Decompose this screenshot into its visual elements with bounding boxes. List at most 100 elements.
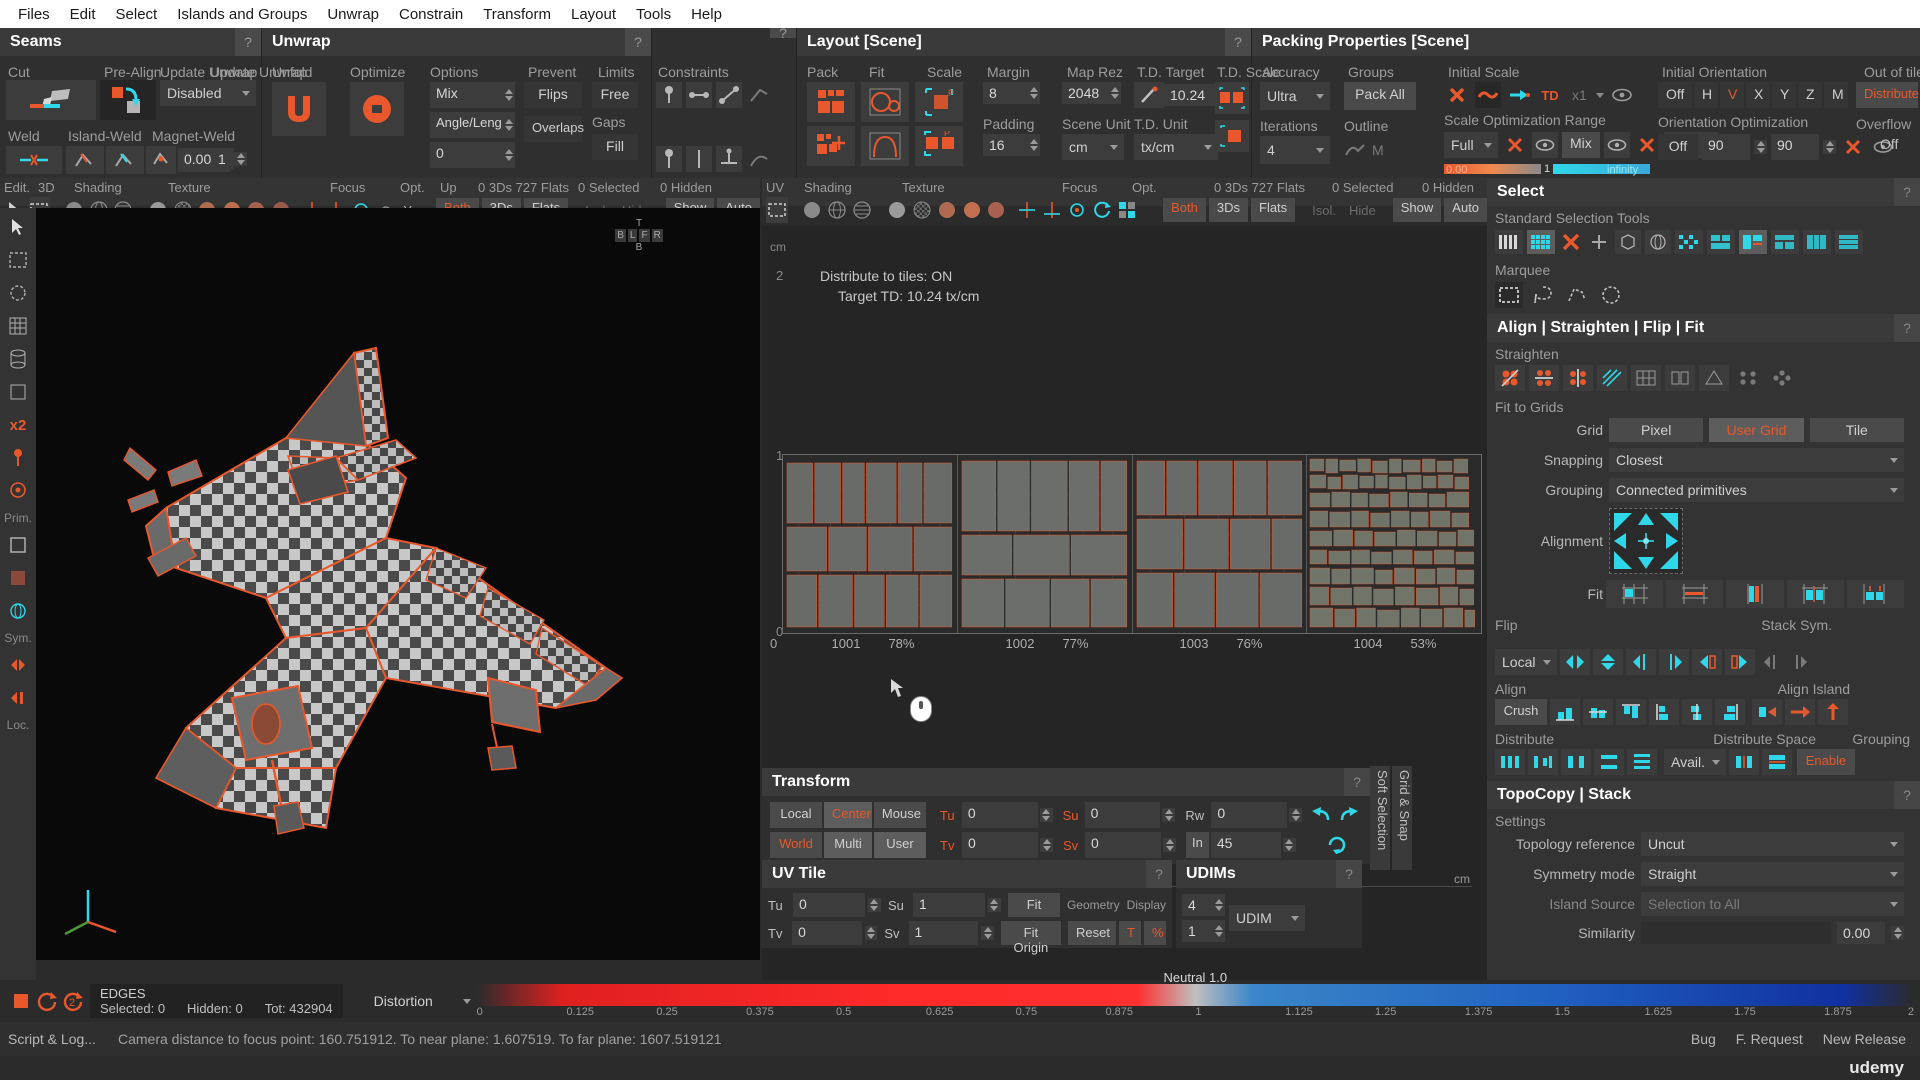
orient-m-button[interactable]: M — [1824, 82, 1848, 108]
vpuv-focus-icon-3[interactable] — [1066, 197, 1088, 223]
distribute-icon-5[interactable] — [1627, 749, 1657, 775]
orient-opt-a-value[interactable]: 90 — [1702, 134, 1750, 160]
constraints-help-icon[interactable]: ? — [770, 25, 796, 41]
script-log-label[interactable]: Script & Log... — [0, 1031, 118, 1047]
menu-item-transform[interactable]: Transform — [473, 3, 561, 26]
similarity-value[interactable]: 0.00 — [1837, 922, 1885, 944]
transform-su-spinner[interactable] — [1162, 808, 1176, 822]
layout-help-icon[interactable]: ? — [1225, 28, 1251, 56]
tool-select-arrow-icon[interactable] — [5, 214, 31, 240]
transform-undo-icon[interactable] — [1308, 802, 1334, 828]
uv-tile-1001[interactable] — [783, 455, 958, 633]
island-source-select[interactable]: Selection to All — [1641, 892, 1904, 916]
orient-y-button[interactable]: Y — [1772, 82, 1796, 108]
menu-item-islands-and-groups[interactable]: Islands and Groups — [167, 3, 317, 26]
vpuv-auto-button[interactable]: Auto — [1444, 198, 1488, 222]
map-rez-spinner[interactable] — [1108, 82, 1121, 104]
align-help-icon[interactable]: ? — [1894, 314, 1920, 342]
tool-primitive-icon[interactable] — [5, 478, 31, 504]
menu-item-constrain[interactable]: Constrain — [389, 3, 473, 26]
select-sphere-icon[interactable] — [1645, 230, 1671, 254]
udims-mode-select[interactable]: UDIM — [1229, 905, 1305, 931]
status-reload2-icon[interactable]: 2 — [60, 988, 86, 1014]
udims-v-spinner[interactable] — [1212, 920, 1225, 942]
transform-sv-spinner[interactable] — [1163, 838, 1176, 852]
snapping-select[interactable]: Closest — [1609, 448, 1904, 472]
uv-tile-1003[interactable] — [1132, 455, 1308, 633]
v puv-both-button[interactable]: Both — [1163, 198, 1206, 222]
menu-item-help[interactable]: Help — [681, 3, 732, 26]
orient-opt-clear-icon[interactable] — [1840, 134, 1866, 160]
stack-sym-icon-2[interactable] — [1787, 649, 1813, 675]
transform-tu-spinner[interactable] — [1039, 808, 1053, 822]
tool-square-icon[interactable] — [5, 532, 31, 558]
vpuv-texture-b-icon[interactable] — [961, 197, 983, 223]
scale-opt-eye2-icon[interactable] — [1603, 132, 1630, 158]
margin-spinner[interactable] — [1027, 82, 1040, 104]
prevent-overlaps-button[interactable]: Overlaps — [524, 116, 584, 142]
scale-opt-eye1-icon[interactable] — [1532, 132, 1558, 158]
vpuv-flats-button[interactable]: Flats — [1251, 198, 1296, 222]
uv-tile-1002[interactable] — [957, 455, 1133, 633]
marquee-rect-icon[interactable] — [1495, 282, 1523, 308]
vpuv-refresh-icon[interactable] — [1091, 197, 1113, 223]
transform-mouse-button[interactable]: Mouse — [873, 802, 926, 828]
distribute-avail-select[interactable]: Avail. — [1664, 749, 1726, 775]
transform-redo-icon[interactable] — [1336, 802, 1362, 828]
td-picker-icon[interactable] — [1134, 82, 1164, 108]
straighten-free-icon[interactable] — [1495, 365, 1525, 391]
distribute-button[interactable]: Distribute — [1856, 82, 1919, 108]
uv-tile-1004[interactable] — [1307, 455, 1481, 633]
flip-icon-6[interactable] — [1725, 649, 1755, 675]
scale-opt-clear-icon[interactable] — [1502, 132, 1528, 158]
transform-in-button[interactable]: In — [1186, 832, 1209, 858]
initial-scale-chevron-down-icon[interactable] — [1595, 92, 1604, 98]
uvtile-su-spinner[interactable] — [987, 898, 1001, 912]
distortion-gradient-wrapper[interactable]: Neutral 1.0 0 0.125 0.25 0.375 0.5 0.625… — [476, 970, 1914, 1018]
status-stop-icon[interactable] — [8, 988, 34, 1014]
align-icon-6[interactable] — [1715, 699, 1745, 725]
initial-scale-eye-icon[interactable] — [1609, 82, 1635, 108]
udims-u-value[interactable]: 4 — [1182, 894, 1212, 916]
constraint-line-icon[interactable] — [686, 82, 712, 108]
tool-marquee-icon[interactable] — [5, 247, 31, 273]
fit-grid-icon-4[interactable] — [1786, 580, 1844, 608]
uvtile-reset-button[interactable]: Reset — [1068, 921, 1116, 945]
transform-tu-value[interactable]: 0 — [961, 802, 1038, 828]
seams-auto-num1[interactable]: 1 — [212, 148, 234, 170]
vpuv-focus-icon-2[interactable] — [1041, 197, 1063, 223]
grouping-select[interactable]: Connected primitives — [1609, 478, 1904, 502]
uvtile-tv-value[interactable]: 0 — [792, 921, 862, 945]
soft-selection-tab[interactable]: Soft Selection — [1370, 766, 1390, 870]
alignment-pad[interactable] — [1609, 508, 1683, 574]
uvtile-tu-spinner[interactable] — [867, 898, 881, 912]
orient-opt-b-value[interactable]: 90 — [1771, 134, 1819, 160]
topocopy-help-icon[interactable]: ? — [1894, 781, 1920, 809]
select-grid4-icon[interactable] — [1803, 230, 1831, 254]
udims-u-spinner[interactable] — [1212, 894, 1225, 916]
select-corner-icon[interactable] — [1739, 230, 1767, 254]
tool-mirror-icon[interactable] — [5, 652, 31, 678]
constraint-curve-icon[interactable] — [746, 146, 772, 172]
vpuv-focus-icon-1[interactable] — [1016, 197, 1038, 223]
straighten-grid-icon[interactable] — [1631, 365, 1661, 391]
menu-item-edit[interactable]: Edit — [60, 3, 106, 26]
island-weld-button-1[interactable] — [66, 146, 104, 174]
distribute-icon-2[interactable] — [1528, 749, 1558, 775]
align-island-icon-3[interactable] — [1818, 699, 1848, 725]
outline-curve-icon[interactable] — [1344, 141, 1366, 159]
straighten-alt2-icon[interactable] — [1767, 365, 1797, 391]
orient-opt-a-spinner[interactable] — [1754, 140, 1767, 154]
constraint-pin2-icon[interactable] — [656, 146, 682, 172]
options-anglelength-value[interactable]: Angle/Length — [430, 112, 513, 138]
vpuv-shading-wire-icon[interactable] — [826, 197, 848, 223]
update-unwrap-select[interactable]: Disabled — [160, 80, 256, 106]
grid-user-grid-button[interactable]: User Grid — [1709, 418, 1804, 442]
uvtile-help-icon[interactable]: ? — [1146, 860, 1172, 888]
new-release-link[interactable]: New Release — [1813, 1031, 1920, 1047]
distribute-icon-1[interactable] — [1495, 749, 1525, 775]
orient-x-button[interactable]: X — [1746, 82, 1770, 108]
orient-z-button[interactable]: Z — [1798, 82, 1822, 108]
constraint-tee-icon[interactable] — [716, 146, 742, 172]
td-scale-button-2[interactable] — [1215, 120, 1249, 152]
